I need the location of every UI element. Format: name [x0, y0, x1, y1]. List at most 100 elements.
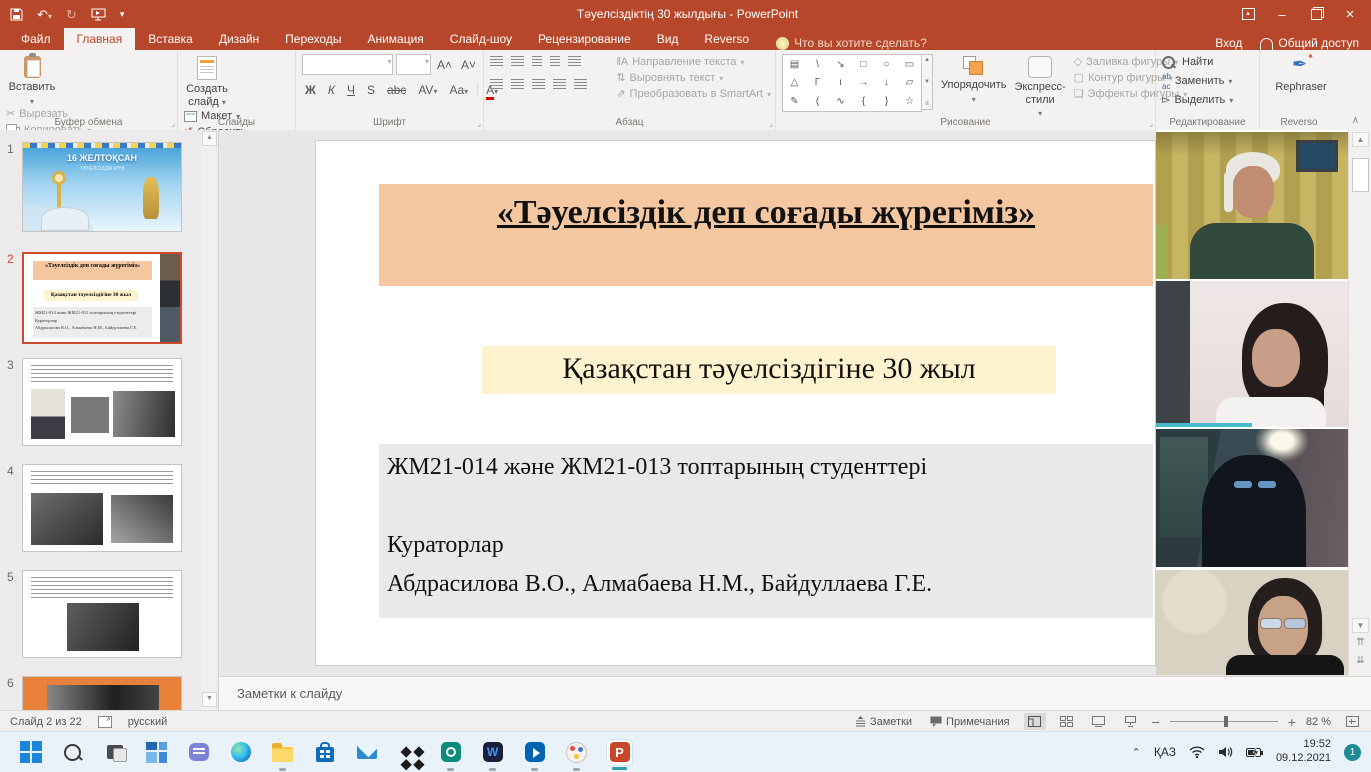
video-conference-app-icon[interactable] — [438, 740, 463, 765]
clipboard-dialog-launcher-icon[interactable]: ⌟ — [171, 119, 175, 128]
zoom-in-icon[interactable]: + — [1288, 715, 1296, 729]
restore-icon[interactable] — [1301, 3, 1331, 25]
shape-17-icon[interactable]: } — [885, 96, 888, 107]
shape-11-icon[interactable]: ↓ — [884, 77, 889, 88]
align-text-button[interactable]: ⇅Выровнять текст▾ — [616, 72, 771, 85]
sign-in-button[interactable]: Вход — [1215, 36, 1242, 50]
edge-browser-icon[interactable] — [228, 740, 253, 765]
tab-файл[interactable]: Файл — [8, 28, 64, 50]
new-slide-button[interactable]: Создать слайд ▾ — [184, 54, 230, 108]
slide-title-box[interactable]: «Тәуелсіздік деп соғады жүрегіміз» — [379, 184, 1153, 286]
bold-button[interactable]: Ж — [302, 83, 319, 97]
shape-16-icon[interactable]: { — [862, 96, 865, 107]
editor-scrollbar[interactable]: ▲ ▼ ⇈ ⇊ — [1348, 130, 1371, 676]
slideshow-view-button[interactable] — [1120, 713, 1142, 730]
shape-6-icon[interactable]: ▭ — [905, 59, 914, 70]
smartart-button[interactable]: ⇗Преобразовать в SmartArt▾ — [616, 88, 771, 101]
tab-вставка[interactable]: Вставка — [135, 28, 206, 50]
task-view-icon[interactable] — [102, 740, 127, 765]
next-slide-icon[interactable]: ⇊ — [1352, 654, 1369, 669]
bullets-icon[interactable] — [490, 56, 503, 66]
slide-thumbnail-5[interactable] — [22, 570, 182, 658]
tab-главная[interactable]: Главная — [64, 28, 136, 50]
movies-tv-icon[interactable] — [522, 740, 547, 765]
teams-chat-icon[interactable] — [186, 740, 211, 765]
previous-slide-icon[interactable]: ⇈ — [1352, 636, 1369, 651]
normal-view-button[interactable] — [1024, 713, 1046, 730]
italic-button[interactable]: К — [325, 83, 338, 97]
tab-слайд-шоу[interactable]: Слайд-шоу — [437, 28, 525, 50]
increase-indent-icon[interactable] — [550, 56, 560, 66]
paste-button[interactable]: Вставить ▾ — [6, 54, 58, 106]
powerpoint-taskbar-icon[interactable]: P — [606, 739, 633, 766]
slide-canvas[interactable]: «Тәуелсіздік деп соғады жүрегіміз» Қазақ… — [315, 140, 1156, 666]
file-explorer-icon[interactable] — [270, 740, 295, 765]
thumb-scroll-down-icon[interactable]: ▼ — [202, 692, 217, 707]
rephraser-button[interactable]: Rephraser — [1266, 54, 1336, 94]
undo-icon[interactable]: ↶▾ — [37, 8, 52, 21]
share-button[interactable]: Общий доступ — [1260, 36, 1359, 50]
volume-icon[interactable] — [1218, 746, 1233, 758]
participant-video-2[interactable] — [1156, 281, 1348, 427]
fit-to-window-icon[interactable] — [1341, 713, 1363, 730]
align-left-icon[interactable] — [490, 79, 503, 89]
align-center-icon[interactable] — [511, 79, 524, 89]
shape-3-icon[interactable]: ↘ — [836, 59, 844, 70]
font-name-combo[interactable] — [302, 54, 393, 75]
shape-12-icon[interactable]: ▱ — [906, 77, 914, 88]
align-right-icon[interactable] — [532, 79, 545, 89]
language-switcher[interactable]: ҚАЗ — [1154, 745, 1176, 759]
wifi-icon[interactable] — [1189, 746, 1205, 758]
start-button[interactable] — [18, 740, 43, 765]
slide-thumbnail-1[interactable]: 16 ЖЕЛТОҚСАН ТӘУЕЛСІЗДІК КҮНІ — [22, 142, 182, 232]
tell-me-box[interactable]: Что вы хотите сделать? — [776, 36, 927, 50]
thumbnail-scrollbar[interactable]: ▲ ▼ — [201, 130, 216, 710]
strikethrough-button[interactable]: abc — [384, 83, 409, 97]
text-shadow-button[interactable]: S — [364, 83, 378, 97]
dropbox-icon[interactable] — [396, 740, 421, 765]
shape-18-icon[interactable]: ☆ — [905, 96, 914, 107]
tab-вид[interactable]: Вид — [644, 28, 692, 50]
find-button[interactable]: Найти — [1162, 56, 1233, 69]
shape-4-icon[interactable]: □ — [860, 59, 866, 70]
clock[interactable]: 19:52 09.12.2021 — [1276, 738, 1331, 766]
arrange-button[interactable]: Упорядочить ▾ — [941, 54, 1006, 118]
thumb-scroll-up-icon[interactable]: ▲ — [202, 131, 217, 146]
shape-10-icon[interactable]: → — [859, 77, 869, 88]
microsoft-store-icon[interactable] — [312, 740, 337, 765]
webex-icon[interactable]: W — [480, 740, 505, 765]
underline-button[interactable]: Ч — [344, 83, 358, 97]
shapes-gallery-scrollbar[interactable]: ▲▼≡ — [922, 54, 933, 110]
shape-15-icon[interactable]: ∿ — [836, 96, 844, 107]
text-direction-button[interactable]: ‖AНаправление текста▾ — [616, 56, 771, 69]
language-indicator[interactable]: русский — [128, 716, 167, 728]
scrollbar-thumb[interactable] — [1352, 158, 1369, 192]
participant-video-4[interactable] — [1156, 570, 1348, 675]
search-icon[interactable] — [60, 740, 85, 765]
paste-dropdown-icon[interactable]: ▾ — [30, 97, 34, 106]
grow-font-icon[interactable]: A˄ — [434, 58, 455, 72]
slide-thumbnail-6[interactable] — [22, 676, 182, 710]
slide-subtitle-box[interactable]: Қазақстан тәуелсіздігіне 30 жыл — [482, 346, 1056, 394]
customize-qat-icon[interactable]: ▾ — [120, 10, 125, 19]
notes-toggle-button[interactable]: Заметки — [851, 714, 916, 730]
font-dialog-launcher-icon[interactable]: ⌟ — [477, 119, 481, 128]
minimize-icon[interactable]: – — [1267, 3, 1297, 25]
change-case-button[interactable]: Aa▾ — [446, 83, 471, 97]
ribbon-display-options-icon[interactable]: ▴ — [1233, 3, 1263, 25]
character-spacing-button[interactable]: AV▾ — [415, 83, 440, 97]
tab-дизайн[interactable]: Дизайн — [206, 28, 272, 50]
spellcheck-icon[interactable] — [98, 716, 112, 728]
mail-icon[interactable] — [354, 740, 379, 765]
participant-video-1[interactable] — [1156, 132, 1348, 279]
shape-5-icon[interactable]: ○ — [883, 59, 889, 70]
shape-7-icon[interactable]: △ — [791, 77, 799, 88]
replace-button[interactable]: abacЗаменить▾ — [1162, 72, 1233, 91]
numbering-icon[interactable] — [511, 56, 524, 66]
redo-icon[interactable]: ↻ — [66, 8, 77, 21]
slide-thumbnail-2-selected[interactable]: «Тәуелсіздік деп соғады жүрегіміз» Қазақ… — [22, 252, 182, 344]
font-size-combo[interactable] — [396, 54, 431, 75]
tab-переходы[interactable]: Переходы — [272, 28, 354, 50]
widgets-icon[interactable] — [144, 740, 169, 765]
zoom-level[interactable]: 82 % — [1306, 716, 1331, 728]
